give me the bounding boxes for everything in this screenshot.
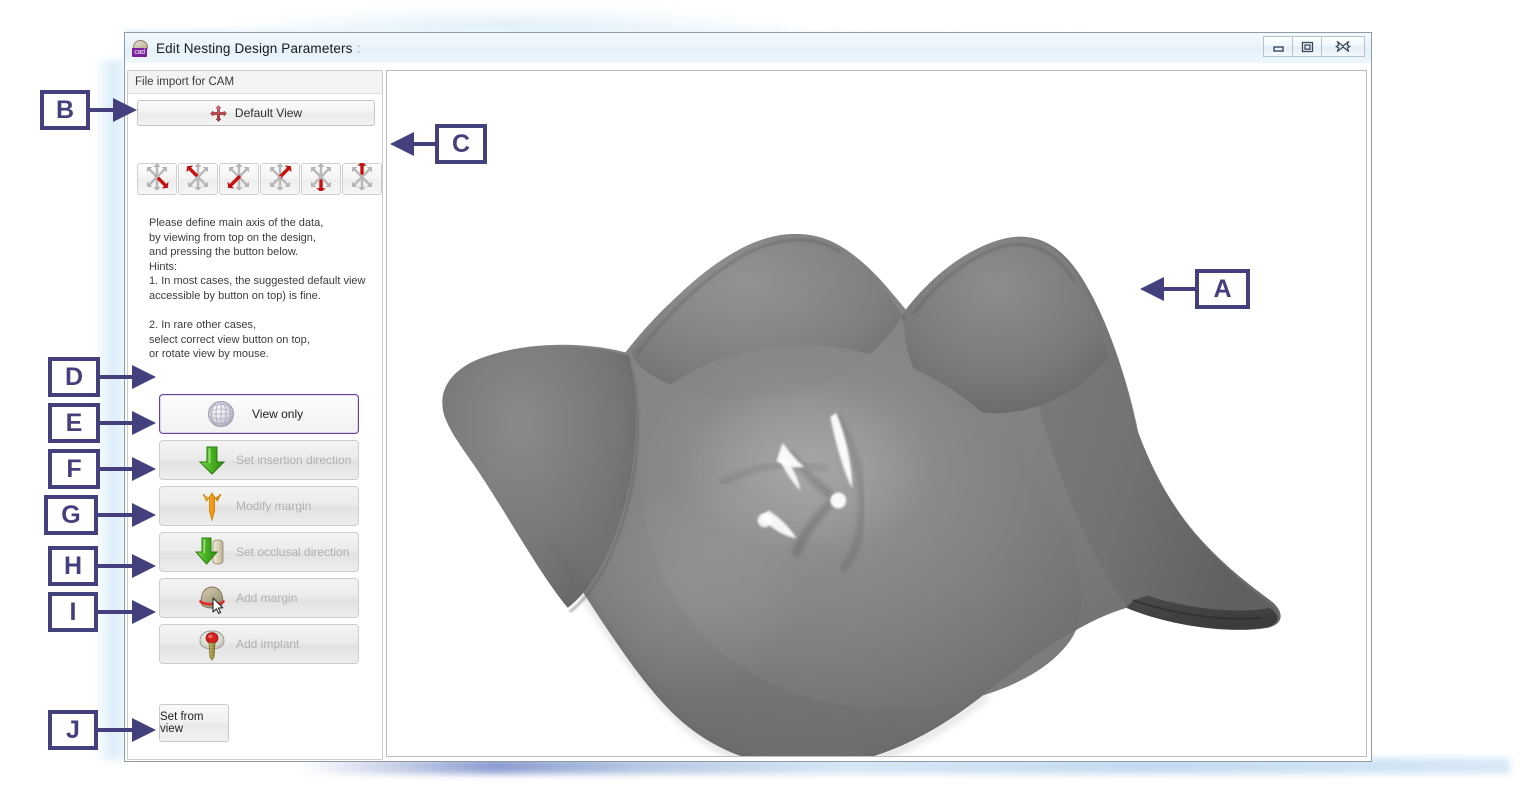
orange-trident-icon <box>194 489 230 523</box>
annotation-g-letter: G <box>61 500 81 529</box>
axis-star-icon <box>348 161 376 196</box>
four-way-move-icon <box>210 104 227 122</box>
annotation-d-letter: D <box>64 362 84 391</box>
annotation-h-label-box: H <box>48 546 98 586</box>
minimize-button[interactable] <box>1263 36 1292 57</box>
window-controls <box>1263 36 1365 57</box>
axis-star-icon <box>266 162 294 196</box>
annotation-g-leader-line <box>98 513 132 517</box>
set-insertion-direction-button-label: Set insertion direction <box>236 453 352 467</box>
window-client-area: File import for CAM Default View Please … <box>125 63 1371 761</box>
annotation-i-letter: I <box>69 597 77 626</box>
annotation-b-leader-line <box>90 108 113 112</box>
set-occlusal-direction-button-label: Set occlusal direction <box>236 545 350 559</box>
set-occlusal-direction-button[interactable]: Set occlusal direction <box>159 532 359 572</box>
annotation-e-label-box: E <box>48 403 100 443</box>
annotation-b-label-box: B <box>40 90 90 130</box>
annotation-i-leader-line <box>98 610 132 614</box>
screenshot-root: cad Edit Nesting Design Parameters : Fil… <box>0 0 1536 812</box>
3d-molar-tooth-mesh <box>442 233 1281 756</box>
annotation-g-arrow-head <box>132 503 156 527</box>
view-only-button[interactable]: View only <box>159 394 359 434</box>
add-implant-button-label: Add implant <box>236 637 300 651</box>
green-down-arrow-icon <box>194 443 230 477</box>
annotation-d-label-box: D <box>48 357 100 397</box>
panel-header-label: File import for CAM <box>128 71 382 94</box>
green-arrow-tooth-icon <box>194 535 230 569</box>
window-titlebar[interactable]: cad Edit Nesting Design Parameters : <box>125 33 1371 63</box>
tooth-margin-cursor-icon <box>194 581 230 615</box>
cad-app-icon: cad <box>132 39 149 57</box>
default-view-button[interactable]: Default View <box>137 100 375 126</box>
instruction-text: Please define main axis of the data, by … <box>149 217 366 361</box>
add-implant-button[interactable]: Add implant <box>159 624 359 664</box>
set-from-view-label: Set from view <box>160 711 204 735</box>
action-button-list: View only Set insertion direction Modify… <box>159 394 359 670</box>
annotation-d-arrow-head <box>132 365 156 389</box>
annotation-f-arrow-head <box>132 457 156 481</box>
3d-model-viewport[interactable] <box>386 70 1367 757</box>
maximize-button[interactable] <box>1292 36 1321 57</box>
modify-margin-button-label: Modify margin <box>236 499 312 513</box>
view-axis-button-1[interactable] <box>137 162 177 196</box>
annotation-e-letter: E <box>65 408 83 437</box>
annotation-f-label-box: F <box>48 449 100 489</box>
view-axis-button-row <box>137 161 382 196</box>
view-axis-button-6[interactable] <box>342 161 382 196</box>
close-button[interactable] <box>1321 36 1365 57</box>
default-view-label: Default View <box>234 106 303 120</box>
annotation-b-arrow-head <box>113 98 137 122</box>
annotation-c-arrow-head <box>390 132 414 156</box>
annotation-b-letter: B <box>55 95 75 124</box>
view-only-button-label: View only <box>252 407 304 421</box>
annotation-a-letter: A <box>1213 274 1232 303</box>
annotation-j-arrow-head <box>132 718 156 742</box>
axis-star-icon <box>143 162 171 196</box>
modify-margin-button[interactable]: Modify margin <box>159 486 359 526</box>
annotation-i-label-box: I <box>48 592 98 632</box>
axis-star-icon <box>225 162 253 196</box>
add-margin-button[interactable]: Add margin <box>159 578 359 618</box>
annotation-a-arrow-head <box>1140 277 1164 301</box>
annotation-c-letter: C <box>451 129 471 158</box>
application-window: cad Edit Nesting Design Parameters : Fil… <box>124 32 1372 762</box>
annotation-g-label-box: G <box>44 495 98 535</box>
implant-icon <box>194 627 230 661</box>
set-from-view-button[interactable]: Set from view <box>159 704 229 742</box>
annotation-c-label-box: C <box>435 124 487 164</box>
view-axis-button-2[interactable] <box>178 162 218 196</box>
view-axis-button-3[interactable] <box>219 162 259 196</box>
annotation-d-leader-line <box>100 375 132 379</box>
wireframe-globe-icon <box>206 399 236 429</box>
annotation-f-letter: F <box>66 454 82 483</box>
annotation-a-label-box: A <box>1195 269 1250 309</box>
annotation-j-letter: J <box>66 715 80 744</box>
annotation-e-arrow-head <box>132 411 156 435</box>
window-title-suffix: : <box>356 40 361 56</box>
annotation-j-leader-line <box>98 728 132 732</box>
annotation-h-letter: H <box>63 551 83 580</box>
left-tool-panel: File import for CAM Default View Please … <box>127 70 383 760</box>
annotation-a-leader-line <box>1160 287 1195 291</box>
set-insertion-direction-button[interactable]: Set insertion direction <box>159 440 359 480</box>
annotation-j-label-box: J <box>48 710 98 750</box>
annotation-i-arrow-head <box>132 600 156 624</box>
window-title: Edit Nesting Design Parameters <box>156 40 353 56</box>
axis-star-icon <box>307 162 335 196</box>
annotation-h-leader-line <box>98 564 132 568</box>
axis-star-icon <box>184 162 212 196</box>
annotation-e-leader-line <box>100 421 132 425</box>
add-margin-button-label: Add margin <box>236 591 298 605</box>
view-axis-button-5[interactable] <box>301 162 341 196</box>
view-axis-button-4[interactable] <box>260 162 300 196</box>
annotation-f-leader-line <box>100 467 132 471</box>
annotation-h-arrow-head <box>132 554 156 578</box>
